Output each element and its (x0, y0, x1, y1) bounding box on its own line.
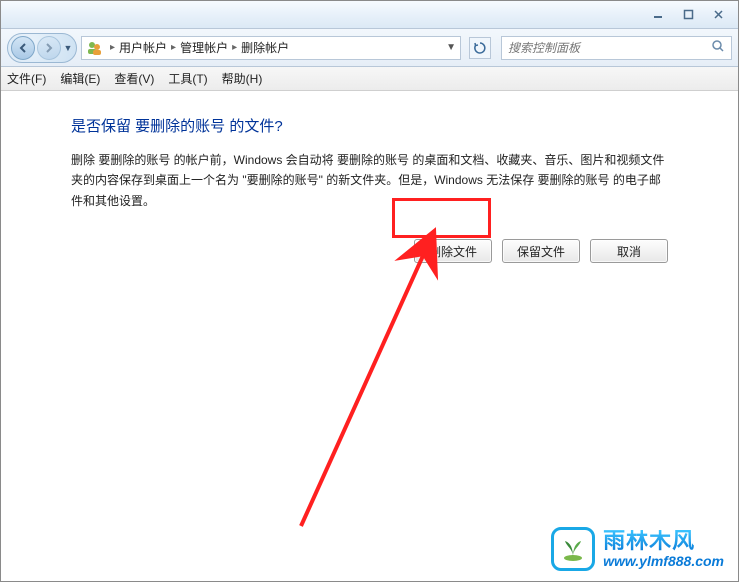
breadcrumb-item-users[interactable]: 用户帐户 (119, 39, 167, 56)
search-icon (711, 39, 725, 56)
menu-file[interactable]: 文件(F) (7, 70, 46, 87)
window-titlebar (1, 1, 738, 29)
menu-view[interactable]: 查看(V) (114, 70, 154, 87)
watermark-text-url: www.ylmf888.com (603, 554, 724, 568)
breadcrumb[interactable]: ▸ 用户帐户 ▸ 管理帐户 ▸ 删除帐户 ▼ (81, 36, 461, 60)
refresh-button[interactable] (469, 37, 491, 59)
search-box[interactable] (501, 36, 732, 60)
breadcrumb-separator-icon: ▸ (232, 42, 237, 53)
page-description: 删除 要删除的账号 的帐户前，Windows 会自动将 要删除的账号 的桌面和文… (71, 150, 668, 211)
breadcrumb-separator-icon: ▸ (110, 42, 115, 53)
delete-files-button[interactable]: 删除文件 (414, 239, 492, 263)
nav-back-forward-group: ▼ (7, 33, 77, 63)
breadcrumb-item-manage[interactable]: 管理帐户 (180, 39, 228, 56)
menu-edit[interactable]: 编辑(E) (60, 70, 100, 87)
nav-forward-button[interactable] (37, 36, 61, 60)
minimize-button[interactable] (644, 6, 672, 24)
search-input[interactable] (508, 41, 725, 55)
watermark: 雨林木风 www.ylmf888.com (551, 527, 724, 571)
button-row: 删除文件 保留文件 取消 (71, 239, 668, 263)
menu-bar: 文件(F) 编辑(E) 查看(V) 工具(T) 帮助(H) (1, 67, 738, 91)
menu-help[interactable]: 帮助(H) (222, 70, 263, 87)
close-button[interactable] (704, 6, 732, 24)
maximize-button[interactable] (674, 6, 702, 24)
breadcrumb-separator-icon: ▸ (171, 42, 176, 53)
watermark-logo-icon (551, 527, 595, 571)
menu-tools[interactable]: 工具(T) (168, 70, 207, 87)
breadcrumb-dropdown-icon[interactable]: ▼ (446, 42, 456, 53)
navigation-bar: ▼ ▸ 用户帐户 ▸ 管理帐户 ▸ 删除帐户 ▼ (1, 29, 738, 67)
keep-files-button[interactable]: 保留文件 (502, 239, 580, 263)
breadcrumb-item-delete[interactable]: 删除帐户 (241, 39, 289, 56)
nav-history-dropdown[interactable]: ▼ (62, 43, 74, 53)
cancel-button[interactable]: 取消 (590, 239, 668, 263)
watermark-text-cn: 雨林木风 (603, 530, 724, 552)
user-accounts-icon (86, 40, 102, 56)
page-heading: 是否保留 要删除的账号 的文件? (71, 115, 668, 136)
content-area: 是否保留 要删除的账号 的文件? 删除 要删除的账号 的帐户前，Windows … (1, 91, 738, 273)
nav-back-button[interactable] (11, 36, 35, 60)
